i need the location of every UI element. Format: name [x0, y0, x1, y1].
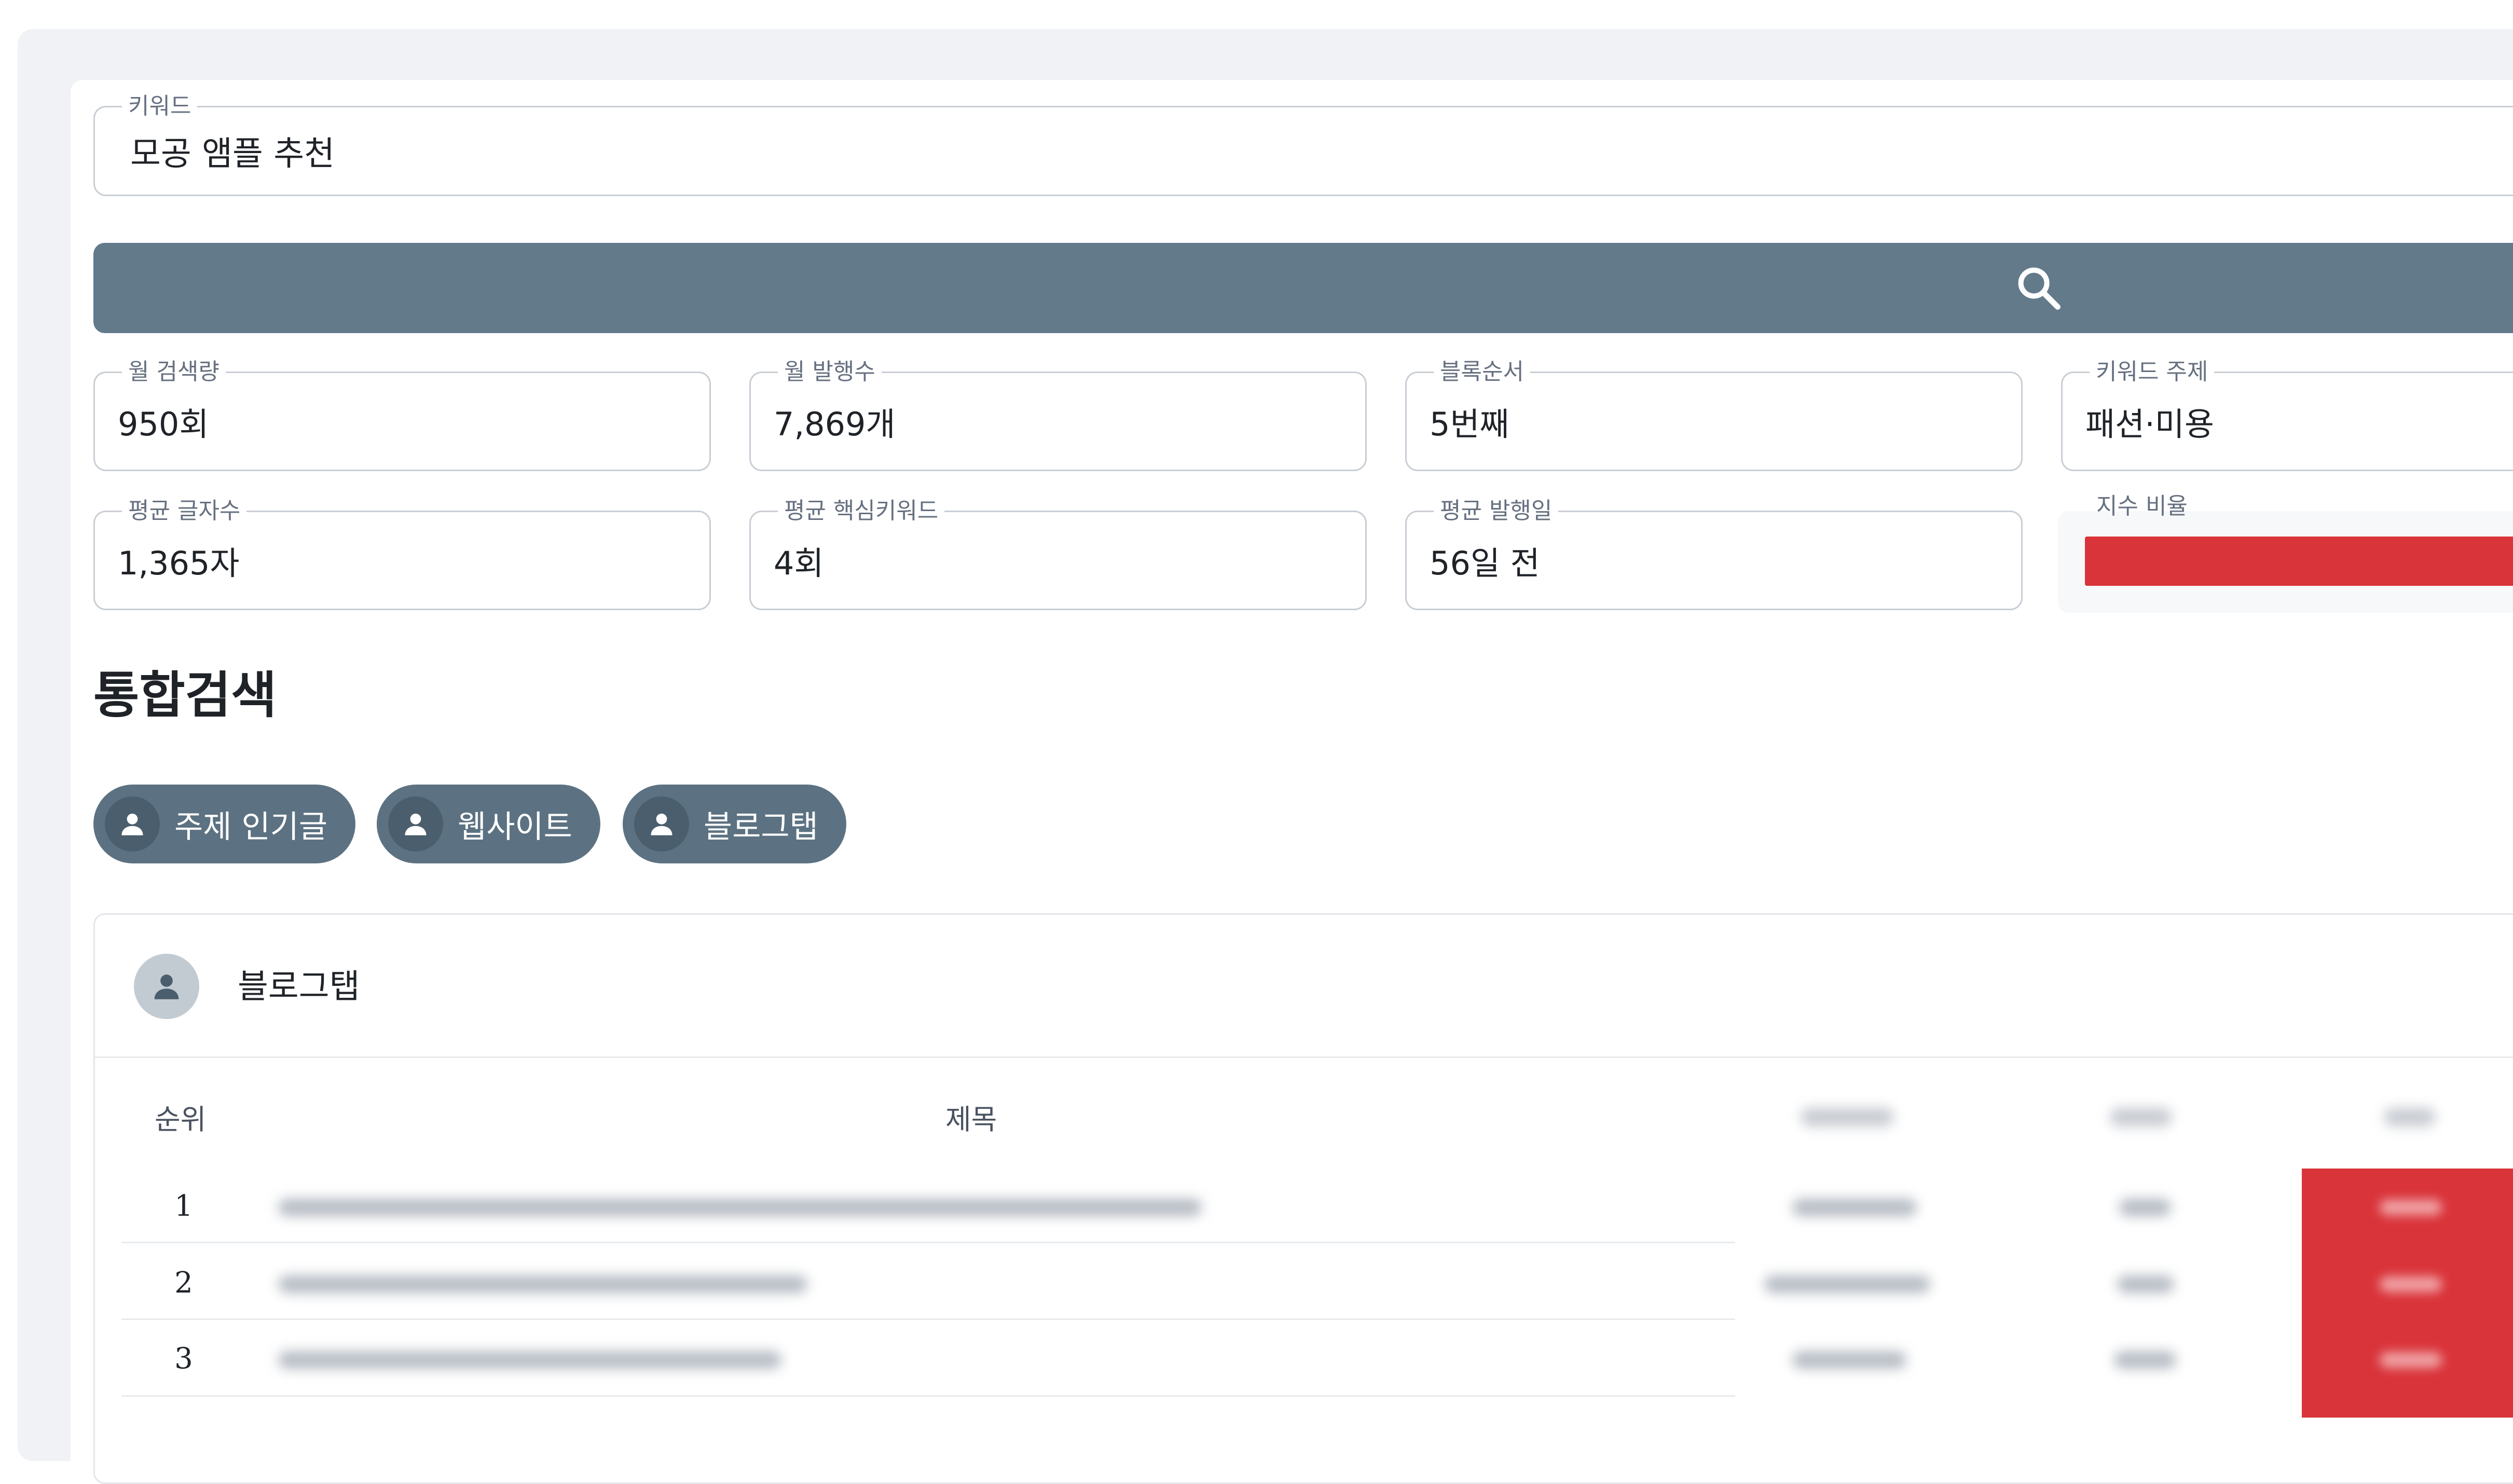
monthly-publish-count-value: 7,869개 [774, 405, 896, 443]
person-icon [388, 796, 443, 851]
blurred-column-header [2110, 1108, 2172, 1126]
keyword-topic-field: 키워드 주제 패션·미용 [2061, 359, 2513, 471]
chip-website[interactable]: 웹사이트 [377, 785, 600, 863]
column-header-rank: 순위 [155, 1103, 207, 1136]
row-divider [121, 1395, 1735, 1397]
blurred-cell [1792, 1351, 1906, 1369]
blurred-column-header [2384, 1108, 2436, 1126]
person-icon [134, 954, 199, 1019]
avg-publish-date-value: 56일 전 [1430, 544, 1540, 582]
panel-title: 블로그탭 [238, 968, 360, 1006]
avg-char-count-field: 평균 글자수 1,365자 [93, 498, 711, 610]
row-divider [121, 1242, 1735, 1243]
panel-header-divider [95, 1056, 2513, 1058]
search-button[interactable] [93, 243, 2513, 333]
chip-blog-tab[interactable]: 블로그탭 [623, 785, 846, 863]
keyword-field[interactable]: 키워드 모공 앰플 추천 [93, 93, 2513, 196]
block-order-value: 5번째 [1430, 405, 1509, 443]
row-divider [121, 1318, 1735, 1320]
blurred-index-value [2380, 1352, 2442, 1368]
chip-label: 웹사이트 [458, 808, 572, 845]
person-icon [105, 796, 160, 851]
avg-core-keyword-field: 평균 핵심키워드 4회 [749, 498, 1367, 610]
avg-char-count-value: 1,365자 [118, 544, 240, 582]
keyword-topic-value: 패션·미용 [2085, 405, 2214, 443]
blurred-column-header [1801, 1108, 1894, 1126]
blurred-post-title[interactable] [278, 1275, 807, 1293]
avg-publish-date-field: 평균 발행일 56일 전 [1405, 498, 2023, 610]
column-header-title: 제목 [945, 1103, 997, 1136]
monthly-publish-count-field: 월 발행수 7,869개 [749, 359, 1367, 471]
search-icon [2018, 267, 2061, 310]
row-rank: 3 [174, 1342, 193, 1376]
blurred-post-title[interactable] [278, 1199, 1202, 1216]
blurred-cell [2114, 1351, 2176, 1369]
blurred-cell [2117, 1275, 2174, 1293]
avg-core-keyword-value: 4회 [774, 544, 824, 582]
monthly-search-volume-value: 950회 [118, 405, 209, 443]
blurred-cell [1764, 1275, 1930, 1293]
keyword-input-value: 모공 앰플 추천 [130, 135, 335, 173]
blurred-cell [2119, 1199, 2171, 1216]
row-rank: 1 [174, 1189, 193, 1223]
blurred-index-value [2380, 1200, 2442, 1215]
chip-label: 주제 인기글 [174, 808, 328, 845]
chip-label: 블로그탭 [704, 808, 818, 845]
blurred-cell [1792, 1199, 1917, 1216]
monthly-search-volume-field: 월 검색량 950회 [93, 359, 711, 471]
section-title: 통합검색 [93, 666, 277, 724]
chip-topic-popular[interactable]: 주제 인기글 [93, 785, 356, 863]
blurred-index-value [2380, 1276, 2442, 1292]
person-icon [634, 796, 689, 851]
blurred-post-title[interactable] [278, 1351, 781, 1369]
block-order-field: 블록순서 5번째 [1405, 359, 2023, 471]
index-ratio-label: 지수 비율 [2096, 493, 2188, 519]
index-ratio-bar [2085, 537, 2513, 586]
row-rank: 2 [174, 1266, 193, 1300]
